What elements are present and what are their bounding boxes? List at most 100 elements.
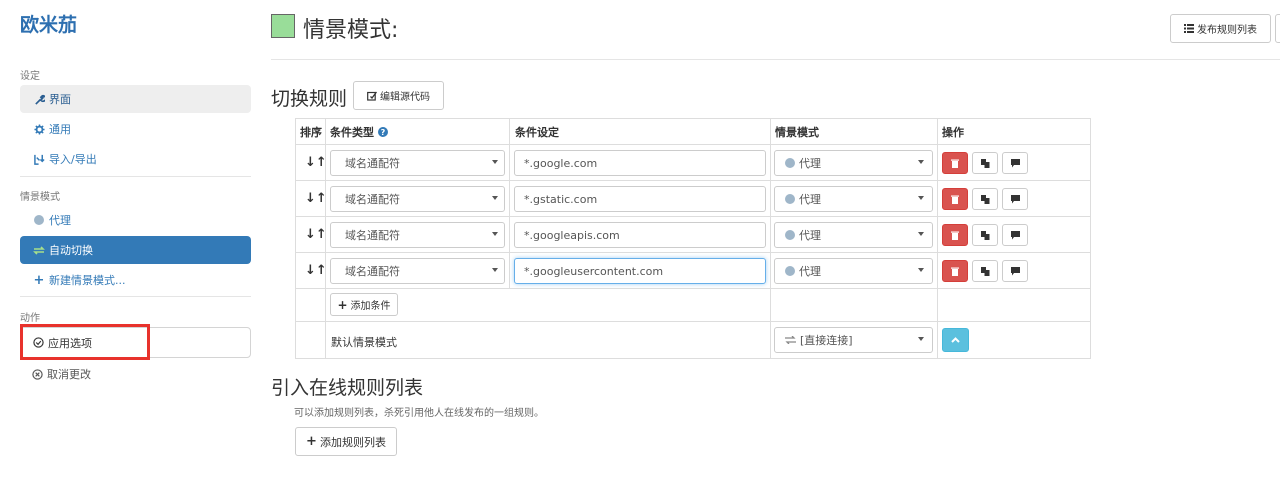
delete-rule-button[interactable] (942, 188, 968, 210)
edit-source-button[interactable]: 编辑源代码 (353, 81, 444, 110)
duplicate-rule-button[interactable] (972, 152, 998, 174)
condition-input[interactable]: *.google.com (514, 150, 766, 176)
column-header-order: 排序 (300, 126, 322, 139)
column-header-actions: 操作 (942, 126, 964, 139)
sidebar-item-new-profile[interactable]: + 新建情景模式... (20, 266, 251, 294)
publish-rule-list-label: 发布规则列表 (1197, 25, 1257, 36)
add-rule-list-button[interactable]: + 添加规则列表 (295, 427, 397, 456)
condition-type-select[interactable]: 域名通配符 (330, 258, 505, 284)
comment-icon (1010, 194, 1020, 203)
plus-icon: + (337, 297, 348, 312)
sidebar-item-label: 通用 (49, 123, 71, 136)
plus-icon: + (306, 434, 317, 449)
delete-rule-button[interactable] (942, 152, 968, 174)
column-header-profile: 情景模式 (775, 126, 819, 139)
cancel-changes-button[interactable]: 取消更改 (20, 362, 91, 386)
comment-rule-button[interactable] (1002, 152, 1028, 174)
add-condition-button[interactable]: + 添加条件 (330, 293, 398, 316)
comment-icon (1010, 266, 1020, 275)
delete-rule-button[interactable] (942, 260, 968, 282)
sidebar-item-proxy[interactable]: 代理 (20, 206, 251, 234)
highlight-box (20, 324, 150, 360)
condition-type-select[interactable]: 域名通配符 (330, 150, 505, 176)
globe-icon (785, 158, 795, 168)
switch-icon (32, 245, 46, 256)
profile-color-box (271, 14, 295, 38)
sidebar-item-general[interactable]: 通用 (20, 115, 251, 143)
brand-title: 欧米茄 (20, 14, 78, 36)
comment-rule-button[interactable] (1002, 188, 1028, 210)
column-header-label: 条件类型 (330, 126, 374, 139)
wrench-icon (32, 94, 46, 105)
profile-select[interactable]: 代理 (774, 150, 933, 176)
sort-handle-icon[interactable]: ↓↑ (305, 227, 327, 242)
duplicate-rule-button[interactable] (972, 188, 998, 210)
settings-section-label: 设定 (20, 71, 40, 82)
sidebar-divider (20, 296, 251, 297)
page-title: 情景模式: (303, 18, 399, 43)
sidebar-item-label: 自动切换 (49, 244, 93, 257)
trash-icon (951, 159, 959, 168)
add-condition-label: 添加条件 (350, 301, 391, 312)
gear-icon (32, 123, 46, 135)
sidebar-item-ui[interactable]: 界面 (20, 85, 251, 113)
publish-rule-list-button[interactable]: 发布规则列表 (1170, 14, 1271, 43)
online-rules-hint: 可以添加规则列表，杀死引用他人在线发布的一组规则。 (294, 408, 544, 419)
duplicate-rule-button[interactable] (972, 224, 998, 246)
column-header-condition-type: 条件类型 ? (330, 124, 388, 140)
condition-input[interactable]: *.gstatic.com (514, 186, 766, 212)
default-profile-label: 默认情景模式 (331, 336, 397, 349)
profile-select[interactable]: 代理 (774, 258, 933, 284)
condition-type-value: 域名通配符 (345, 229, 400, 242)
condition-type-value: 域名通配符 (345, 265, 400, 278)
sort-handle-icon[interactable]: ↓↑ (305, 263, 327, 278)
comment-rule-button[interactable] (1002, 260, 1028, 282)
condition-input[interactable]: *.googleusercontent.com (514, 258, 766, 284)
sidebar-item-label: 界面 (49, 93, 71, 106)
condition-type-select[interactable]: 域名通配符 (330, 186, 505, 212)
condition-input[interactable]: *.googleapis.com (514, 222, 766, 248)
add-rule-list-label: 添加规则列表 (319, 435, 386, 449)
edit-source-label: 编辑源代码 (380, 92, 430, 103)
trash-icon (951, 231, 959, 240)
sort-handle-icon[interactable]: ↓↑ (305, 191, 327, 206)
online-rules-title: 引入在线规则列表 (271, 377, 424, 399)
direct-connect-icon (785, 336, 796, 344)
copy-icon (980, 194, 989, 204)
default-profile-select[interactable]: [直接连接] (774, 327, 933, 353)
profile-select[interactable]: 代理 (774, 222, 933, 248)
actions-section-label: 动作 (20, 313, 40, 324)
header-divider (271, 59, 1280, 60)
profile-value: 代理 (799, 193, 821, 206)
more-button[interactable] (1275, 14, 1280, 43)
globe-icon (785, 230, 795, 240)
sidebar-item-label: 代理 (49, 214, 71, 227)
sort-handle-icon[interactable]: ↓↑ (305, 155, 327, 170)
condition-type-select[interactable]: 域名通配符 (330, 222, 505, 248)
profile-value: 代理 (799, 229, 821, 242)
help-icon[interactable]: ? (378, 127, 388, 137)
comment-icon (1010, 230, 1020, 239)
profile-select[interactable]: 代理 (774, 186, 933, 212)
delete-rule-button[interactable] (942, 224, 968, 246)
duplicate-rule-button[interactable] (972, 260, 998, 282)
sidebar-divider (20, 176, 251, 177)
comment-icon (1010, 158, 1020, 167)
condition-type-value: 域名通配符 (345, 193, 400, 206)
copy-icon (980, 266, 989, 276)
globe-icon (32, 215, 46, 225)
cancel-changes-label: 取消更改 (47, 368, 91, 381)
edit-icon (367, 91, 377, 101)
import-export-icon (32, 154, 46, 165)
condition-type-value: 域名通配符 (345, 157, 400, 170)
collapse-button[interactable] (942, 328, 969, 352)
copy-icon (980, 230, 989, 240)
globe-icon (785, 266, 795, 276)
cancel-circle-icon (32, 368, 43, 380)
copy-icon (980, 158, 989, 168)
comment-rule-button[interactable] (1002, 224, 1028, 246)
trash-icon (951, 267, 959, 276)
chevron-up-icon (951, 337, 960, 343)
sidebar-item-import-export[interactable]: 导入/导出 (20, 145, 251, 173)
sidebar-item-auto-switch[interactable]: 自动切换 (20, 236, 251, 264)
